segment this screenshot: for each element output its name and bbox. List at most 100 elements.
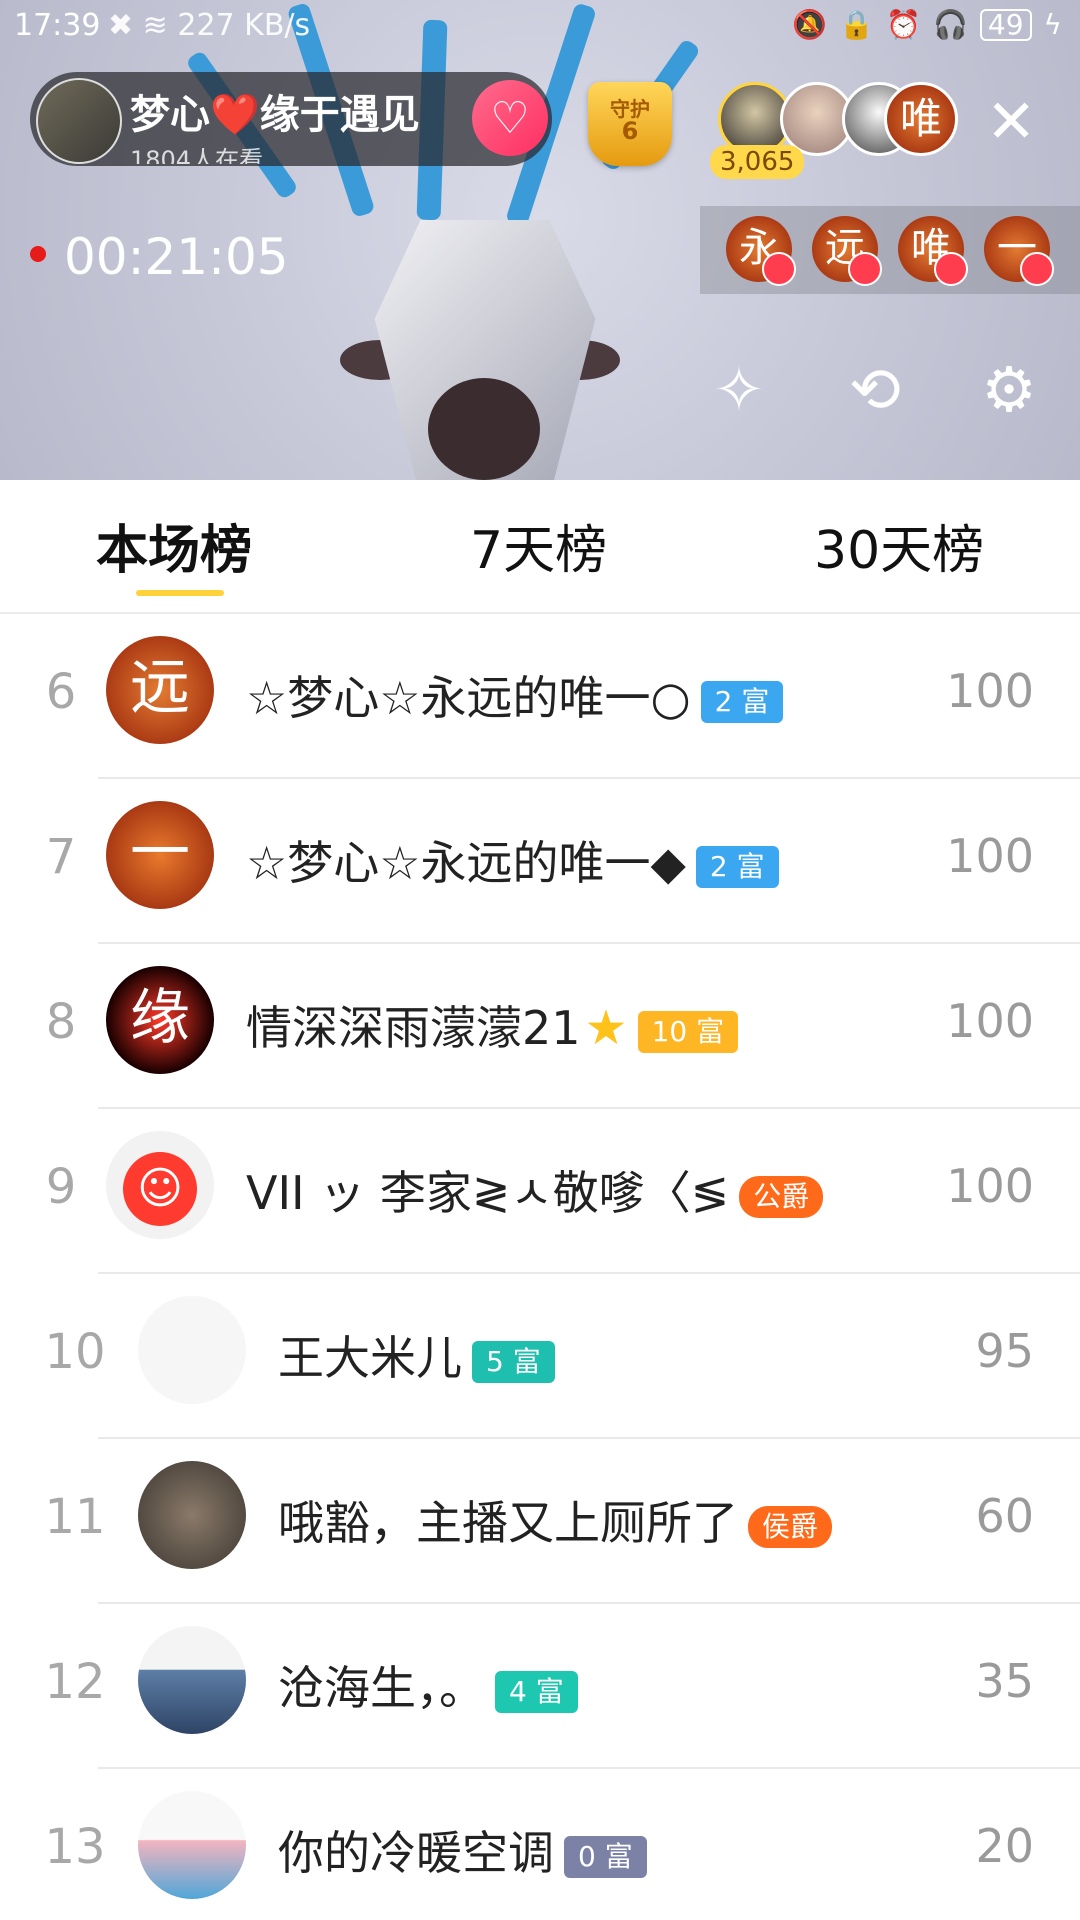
headphone-icon: 🎧	[933, 8, 968, 41]
level-badge: 公爵	[739, 1175, 824, 1218]
user-avatar[interactable]: ☺	[106, 1131, 214, 1239]
level-badge: 0 富	[564, 1835, 647, 1878]
ranking-list: 6 远 ☆梦心☆永远的唯一○ 2 富 100 7 一 ☆梦心☆永远的唯一◆ 2 富 100 8 缘情深…	[0, 614, 1080, 1920]
level-badge: 2 富	[700, 680, 784, 723]
user-avatar[interactable]: 远	[106, 636, 214, 744]
star-icon: ★	[584, 1000, 628, 1056]
status-icons: 🔕 🔒 ⏰ 🎧 49 ϟ	[792, 8, 1062, 41]
user-name: 王大米儿	[278, 1331, 462, 1385]
user-avatar[interactable]	[138, 1296, 246, 1404]
seat-strip: 永 远 唯 一	[700, 206, 1080, 294]
guard-badge[interactable]: 守护 6	[588, 82, 672, 166]
seat-icon	[848, 252, 882, 286]
lock-icon: 🔒	[839, 8, 875, 41]
contribution-score: 60	[975, 1489, 1034, 1543]
contribution-score: 100	[946, 1159, 1034, 1213]
user-name: 情深深雨濛濛21	[246, 1001, 581, 1055]
anchor-viewer-count: 1804人在看	[130, 146, 264, 164]
network-speed-value: 227 KB/s	[177, 8, 311, 43]
seat-icon	[934, 252, 968, 286]
coin-count: 3,065	[710, 145, 805, 179]
anchor-avatar[interactable]	[36, 78, 122, 164]
wink-face-icon: ☺	[123, 1152, 197, 1226]
user-avatar[interactable]	[138, 1461, 246, 1569]
ranking-row[interactable]: 12 沧海生，。 4 富 35	[0, 1604, 1080, 1769]
user-avatar[interactable]: 一	[106, 801, 214, 909]
seat-avatar[interactable]: 永	[726, 216, 796, 286]
rank-number: 10	[44, 1324, 106, 1380]
user-name-line: ☆梦心☆永远的唯一◆ 2 富	[246, 827, 779, 893]
user-name-line: 你的冷暖空调 0 富	[278, 1817, 647, 1883]
rank-number: 13	[44, 1819, 106, 1875]
magic-wand-icon[interactable]: ✧	[700, 350, 778, 428]
contribution-score: 100	[946, 994, 1034, 1048]
live-video: 17:39 ✖ ≋ 227 KB/s 🔕 🔒 ⏰ 🎧 49 ϟ 梦心❤️缘于遇见…	[0, 0, 1080, 480]
ranking-row[interactable]: 11 哦豁，主播又上厕所了 侯爵 60	[0, 1439, 1080, 1604]
gear-icon[interactable]: ⚙	[970, 350, 1048, 428]
contribution-score: 100	[946, 664, 1034, 718]
camera-switch-icon[interactable]: ⟲	[836, 350, 914, 428]
seat-icon	[1020, 252, 1054, 286]
charging-icon: ϟ	[1043, 8, 1062, 41]
user-avatar[interactable]	[138, 1791, 246, 1899]
user-avatar[interactable]	[138, 1626, 246, 1734]
rank-number: 11	[44, 1489, 106, 1545]
ranking-row[interactable]: 13 你的冷暖空调 0 富 20	[0, 1769, 1080, 1920]
follow-button[interactable]: ♡	[472, 80, 548, 156]
anchor-info-pill[interactable]: 梦心❤️缘于遇见 1804人在看 ♡	[30, 72, 552, 166]
contribution-score: 100	[946, 829, 1034, 883]
tab-current-session[interactable]: 本场榜	[96, 508, 252, 583]
level-badge: 5 富	[472, 1340, 555, 1383]
rank-number: 12	[44, 1654, 106, 1710]
rank-number: 8	[45, 994, 77, 1050]
status-network-speed: ✖ ≋ 227 KB/s	[108, 8, 311, 43]
alarm-icon: ⏰	[886, 8, 921, 41]
live-timer: 00:21:05	[64, 228, 289, 286]
user-name: ☆梦心☆永远的唯一◆	[246, 836, 686, 890]
user-name: 你的冷暖空调	[278, 1826, 554, 1880]
ranking-row[interactable]: 7 一 ☆梦心☆永远的唯一◆ 2 富 100	[0, 779, 1080, 944]
contribution-score: 95	[975, 1324, 1034, 1378]
rank-number: 6	[45, 664, 77, 720]
user-name-line: ☆梦心☆永远的唯一○ 2 富	[246, 662, 784, 728]
ranking-tabs: 本场榜 7天榜 30天榜	[0, 480, 1080, 614]
avatar-char: 缘	[130, 983, 190, 1053]
user-name-line: VII ッ 李家≷ㅅ敬嗲〈≶ 公爵	[246, 1157, 824, 1223]
top-viewer-avatar[interactable]: 唯	[884, 82, 958, 156]
user-name: 哦豁，主播又上厕所了	[278, 1496, 738, 1550]
user-name-line: 哦豁，主播又上厕所了 侯爵	[278, 1487, 833, 1553]
avatar-char: 远	[130, 653, 190, 723]
deer-snout-decoration	[428, 378, 540, 480]
user-name-line: 情深深雨濛濛21★ 10 富	[246, 992, 739, 1058]
tab-7-days[interactable]: 7天榜	[470, 508, 607, 583]
user-name: VII ッ 李家≷ㅅ敬嗲〈≶	[246, 1166, 730, 1220]
seat-avatar[interactable]: 唯	[898, 216, 968, 286]
seat-avatar[interactable]: 一	[984, 216, 1054, 286]
status-bar: 17:39 ✖ ≋ 227 KB/s 🔕 🔒 ⏰ 🎧 49 ϟ	[0, 0, 1080, 52]
level-badge: 侯爵	[748, 1505, 833, 1548]
tab-30-days[interactable]: 30天榜	[814, 508, 984, 583]
seat-icon	[762, 252, 796, 286]
ranking-row[interactable]: 6 远 ☆梦心☆永远的唯一○ 2 富 100	[0, 614, 1080, 779]
contribution-score: 35	[975, 1654, 1034, 1708]
ranking-row[interactable]: 10 王大米儿 5 富 95	[0, 1274, 1080, 1439]
seat-avatar[interactable]: 远	[812, 216, 882, 286]
mute-bell-icon: 🔕	[792, 8, 828, 41]
heart-plus-icon: ♡	[490, 92, 530, 144]
ranking-row[interactable]: 8 缘情深深雨濛濛21★ 10 富 100	[0, 944, 1080, 1109]
recording-dot-icon	[30, 246, 46, 262]
active-tab-indicator	[136, 590, 224, 596]
ranking-row[interactable]: 9 ☺ VII ッ 李家≷ㅅ敬嗲〈≶ 公爵 100	[0, 1109, 1080, 1274]
user-avatar[interactable]: 缘	[106, 966, 214, 1074]
avatar-char: 一	[130, 818, 190, 888]
guard-count: 6	[621, 117, 639, 145]
level-badge: 2 富	[695, 845, 779, 888]
anchor-name: 梦心❤️缘于遇见	[130, 92, 420, 138]
level-badge: 4 富	[495, 1670, 578, 1713]
user-name: 沧海生，。	[278, 1661, 485, 1715]
level-badge: 10 富	[637, 1010, 739, 1053]
rank-number: 9	[45, 1159, 77, 1215]
status-time: 17:39	[14, 8, 101, 43]
user-name-line: 沧海生，。 4 富	[278, 1652, 578, 1718]
close-icon[interactable]: ✕	[986, 92, 1036, 152]
